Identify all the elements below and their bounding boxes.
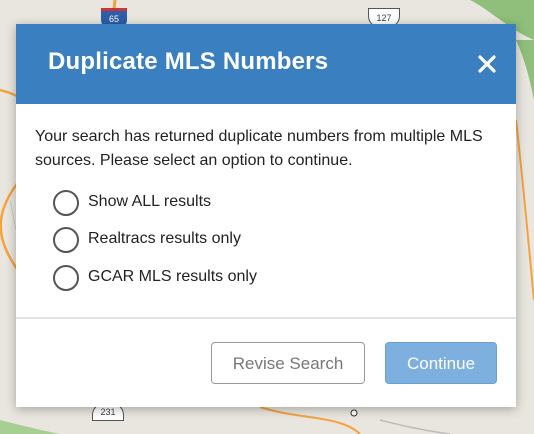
radio-button[interactable] [53,227,79,253]
footer-divider [16,317,516,319]
dialog-title: Duplicate MLS Numbers [48,48,329,75]
option-label: Show ALL results [88,193,212,210]
option-label: Realtracs results only [88,230,241,247]
revise-search-button[interactable]: Revise Search [211,342,365,384]
close-icon[interactable] [475,52,499,76]
option-label: GCAR MLS results only [88,268,257,285]
radio-button[interactable] [53,265,79,291]
continue-button[interactable]: Continue [385,342,497,384]
duplicate-mls-dialog: Duplicate MLS Numbers Your search has re… [16,24,516,407]
dialog-message: Your search has returned duplicate numbe… [35,128,483,169]
dialog-header: Duplicate MLS Numbers [16,24,516,104]
radio-button[interactable] [53,190,79,216]
